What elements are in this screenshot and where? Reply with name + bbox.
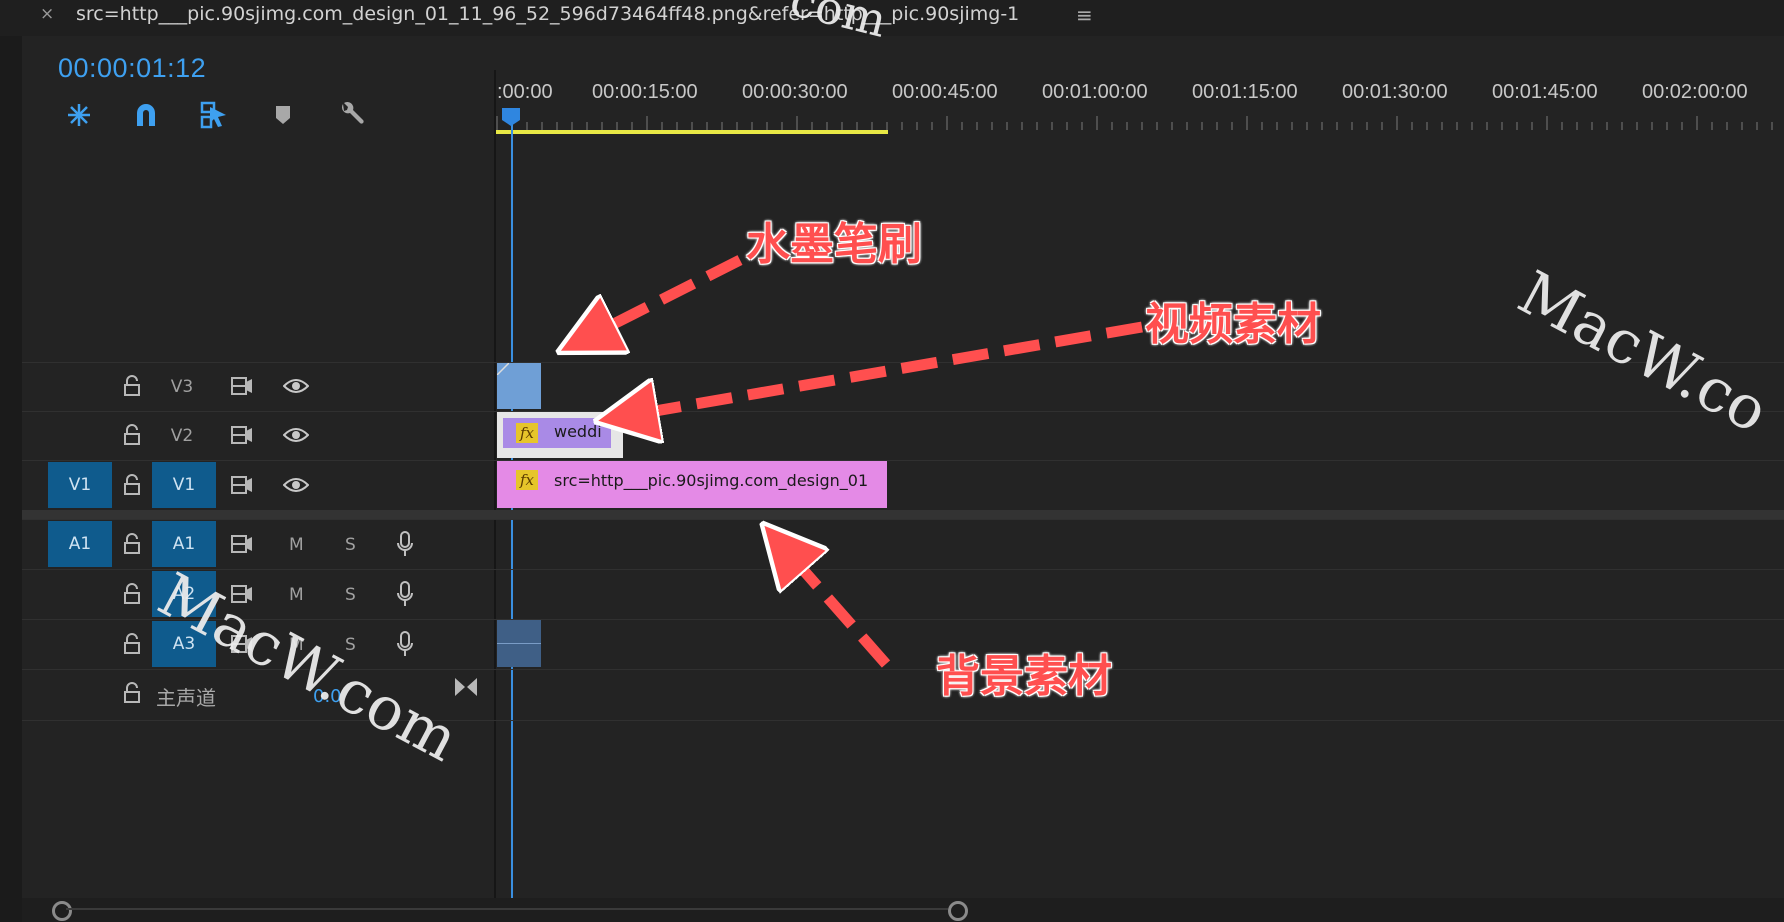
lock-icon[interactable] <box>118 630 146 658</box>
left-panel-edge <box>0 36 22 922</box>
ruler-label: 00:00:15:00 <box>592 81 698 103</box>
ruler-label: 00:01:00:00 <box>1042 81 1148 103</box>
master-channel-icon[interactable] <box>452 673 480 701</box>
lock-icon[interactable] <box>118 372 146 400</box>
callout-background-material: 背景素材 <box>936 651 1112 702</box>
linked-selection-icon[interactable] <box>199 100 229 130</box>
annotation-arrows <box>496 255 1143 668</box>
wrench-settings-icon[interactable] <box>337 100 367 130</box>
microphone-icon[interactable] <box>391 630 419 658</box>
sync-lock-icon[interactable] <box>228 421 256 449</box>
ruler-label: 00:02:00:00 <box>1642 81 1748 103</box>
source-patch-v1[interactable]: V1 <box>48 462 112 508</box>
eye-visibility-icon[interactable] <box>282 471 310 499</box>
callout-video-material: 视频素材 <box>1145 299 1321 350</box>
close-icon[interactable]: × <box>40 4 54 24</box>
track-target-a1[interactable]: A1 <box>152 521 216 567</box>
time-ruler-ticks[interactable] <box>496 116 1784 130</box>
lock-icon[interactable] <box>118 421 146 449</box>
ruler-label: :00:00 <box>497 81 553 103</box>
callout-ink-brush: 水墨笔刷 <box>746 219 922 270</box>
ruler-label: 00:01:30:00 <box>1342 81 1448 103</box>
nest-sequence-icon[interactable] <box>64 100 94 130</box>
mute-button[interactable]: M <box>289 585 304 605</box>
eye-visibility-icon[interactable] <box>282 421 310 449</box>
mute-button[interactable]: M <box>289 535 304 555</box>
lock-icon[interactable] <box>118 471 146 499</box>
scroll-end-handle[interactable] <box>948 901 968 921</box>
track-name-v3[interactable]: V3 <box>150 377 214 397</box>
source-patch-a1[interactable]: A1 <box>48 521 112 567</box>
track-target-v1[interactable]: V1 <box>152 462 216 508</box>
ruler-label: 00:01:45:00 <box>1492 81 1598 103</box>
solo-button[interactable]: S <box>345 535 356 555</box>
ruler-label: 00:01:15:00 <box>1192 81 1298 103</box>
master-track-label: 主声道 <box>156 686 216 710</box>
sync-lock-icon[interactable] <box>228 372 256 400</box>
lock-icon[interactable] <box>118 580 146 608</box>
ruler-label: 00:00:45:00 <box>892 81 998 103</box>
add-marker-icon[interactable] <box>268 100 298 130</box>
ruler-label: 00:00:30:00 <box>742 81 848 103</box>
track-name-v2[interactable]: V2 <box>150 426 214 446</box>
playhead-timecode[interactable]: 00:00:01:12 <box>58 53 206 84</box>
playhead-handle[interactable] <box>501 107 521 127</box>
sync-lock-icon[interactable] <box>228 471 256 499</box>
watermark-top: com <box>784 0 893 48</box>
timeline-scrollbar[interactable] <box>22 898 1784 922</box>
eye-visibility-icon[interactable] <box>282 372 310 400</box>
solo-button[interactable]: S <box>345 585 356 605</box>
microphone-icon[interactable] <box>391 530 419 558</box>
panel-menu-icon[interactable]: ≡ <box>1076 3 1093 27</box>
scroll-thumb[interactable] <box>66 908 948 910</box>
lock-icon[interactable] <box>118 530 146 558</box>
microphone-icon[interactable] <box>391 580 419 608</box>
work-area-bar[interactable] <box>496 130 888 134</box>
lock-icon[interactable] <box>118 679 146 707</box>
scroll-start-handle[interactable] <box>52 901 72 921</box>
sync-lock-icon[interactable] <box>228 530 256 558</box>
snap-magnet-icon[interactable] <box>131 100 161 130</box>
